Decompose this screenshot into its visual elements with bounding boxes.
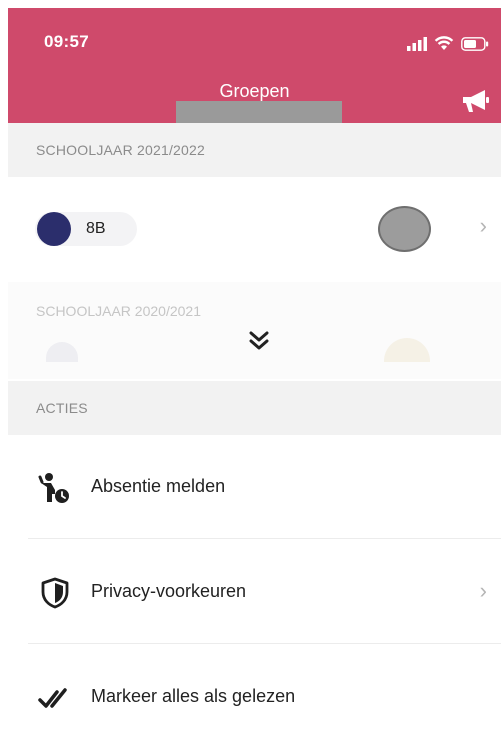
section-header-current-year: SCHOOLJAAR 2021/2022 — [8, 123, 501, 177]
group-label: 8B — [86, 220, 106, 237]
group-chip[interactable]: 8B — [35, 212, 137, 246]
page-title: Groepen — [219, 81, 290, 101]
expand-more-icon[interactable] — [246, 328, 272, 354]
faded-group-dot — [46, 342, 78, 362]
divider — [28, 643, 501, 644]
group-color-dot — [37, 212, 71, 246]
chevron-right-icon: › — [479, 213, 487, 238]
action-mark-all-read[interactable]: Markeer alles als gelezen — [8, 645, 501, 744]
section-header-actions: ACTIES — [8, 381, 501, 435]
group-row-8b[interactable]: 8B › — [8, 177, 501, 280]
faded-avatar — [384, 338, 430, 362]
action-label: Privacy-voorkeuren — [91, 581, 247, 601]
divider — [28, 538, 501, 539]
shield-icon — [41, 577, 69, 609]
status-icons — [407, 36, 489, 51]
action-label: Absentie melden — [91, 476, 226, 496]
action-label: Markeer alles als gelezen — [91, 686, 296, 706]
previous-year-section: SCHOOLJAAR 2020/2021 — [8, 282, 501, 379]
absence-icon — [38, 473, 69, 503]
megaphone-icon[interactable] — [459, 88, 491, 114]
wifi-icon — [434, 36, 454, 50]
signal-icon — [407, 36, 427, 51]
action-absence-report[interactable]: Absentie melden — [8, 435, 501, 539]
action-privacy-preferences[interactable]: Privacy-voorkeuren › — [8, 540, 501, 644]
battery-icon — [461, 36, 489, 51]
chevron-right-icon: › — [479, 578, 487, 603]
avatar — [378, 206, 431, 252]
double-check-icon — [38, 688, 67, 708]
redacted-subtitle — [176, 101, 342, 125]
app-header: 09:57 Groepen — [8, 8, 501, 125]
status-time: 09:57 — [44, 32, 89, 51]
